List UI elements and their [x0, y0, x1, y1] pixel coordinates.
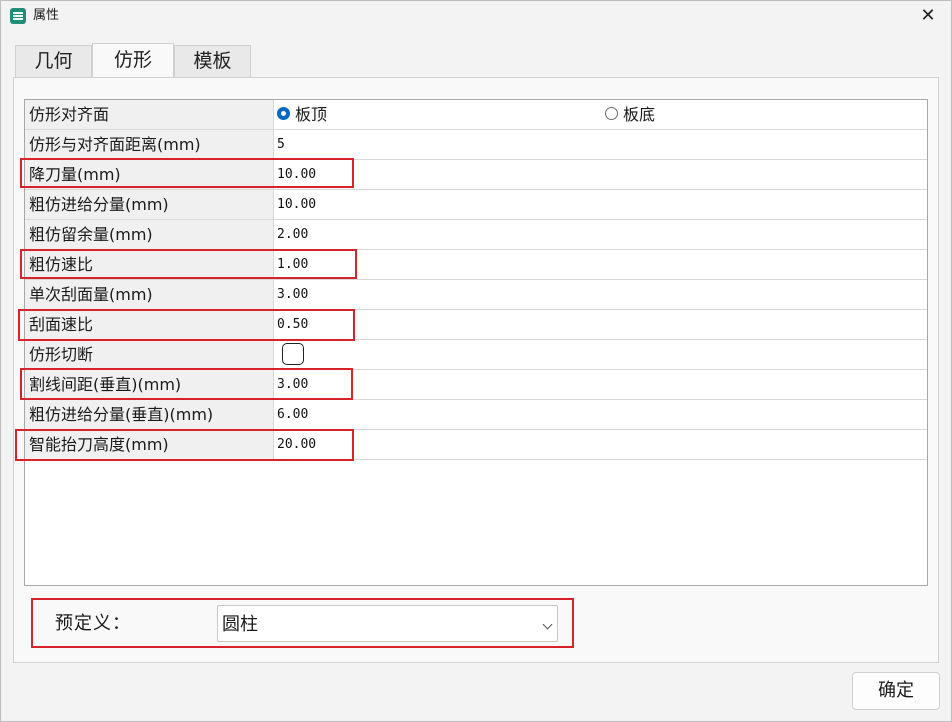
property-label: 粗仿进给分量(mm): [25, 190, 274, 219]
property-label: 仿形对齐面: [25, 100, 274, 129]
property-row-rough-feed: 粗仿进给分量(mm) 10.00: [25, 190, 927, 220]
property-label: 粗仿留余量(mm): [25, 220, 274, 249]
property-value-input[interactable]: 6.00: [277, 400, 308, 429]
property-value-input[interactable]: 2.00: [277, 220, 308, 249]
radio-board-bottom[interactable]: [605, 107, 618, 120]
property-label: 单次刮面量(mm): [25, 280, 274, 309]
property-grid: 仿形对齐面 板顶 板底 仿形与对齐面距离(mm) 5 降刀量(mm) 10.00…: [24, 99, 928, 586]
property-label: 智能抬刀高度(mm): [25, 430, 274, 459]
property-value-input[interactable]: 10.00: [277, 160, 316, 189]
properties-dialog: 属性 ✕ 几何 仿形 模板 仿形对齐面 板顶 板底 仿形与对齐面距离(mm) 5…: [0, 0, 952, 722]
property-label: 仿形切断: [25, 340, 274, 369]
chevron-down-icon: [542, 619, 553, 630]
property-value-input[interactable]: 3.00: [277, 280, 308, 309]
property-row-plunge-depth: 降刀量(mm) 10.00: [25, 160, 927, 190]
tab-geometry[interactable]: 几何: [15, 45, 92, 78]
property-row-align-distance: 仿形与对齐面距离(mm) 5: [25, 130, 927, 160]
property-value-input[interactable]: 10.00: [277, 190, 316, 219]
property-value-input[interactable]: 0.50: [277, 310, 308, 339]
tab-profiling[interactable]: 仿形: [92, 43, 174, 78]
window-title: 属性: [33, 8, 60, 23]
property-row-smart-lift-height: 智能抬刀高度(mm) 20.00: [25, 430, 927, 460]
radio-board-top[interactable]: [277, 107, 290, 120]
property-label: 割线间距(垂直)(mm): [25, 370, 274, 399]
property-value-input[interactable]: 20.00: [277, 430, 316, 459]
property-value-input[interactable]: 3.00: [277, 370, 308, 399]
radio-board-bottom-label[interactable]: 板底: [623, 100, 655, 129]
predefined-dropdown[interactable]: 圆柱: [217, 605, 558, 642]
tab-template[interactable]: 模板: [174, 45, 251, 78]
property-value-input[interactable]: 1.00: [277, 250, 308, 279]
property-row-cut-spacing: 割线间距(垂直)(mm) 3.00: [25, 370, 927, 400]
property-row-scrape-speed-ratio: 刮面速比 0.50: [25, 310, 927, 340]
property-row-rough-speed-ratio: 粗仿速比 1.00: [25, 250, 927, 280]
property-label: 粗仿速比: [25, 250, 274, 279]
property-row-align-face: 仿形对齐面 板顶 板底: [25, 100, 927, 130]
close-button[interactable]: ✕: [905, 1, 951, 31]
close-icon: ✕: [920, 5, 936, 26]
property-label: 刮面速比: [25, 310, 274, 339]
profile-cutoff-checkbox[interactable]: [282, 343, 304, 365]
property-label: 仿形与对齐面距离(mm): [25, 130, 274, 159]
property-label: 粗仿进给分量(垂直)(mm): [25, 400, 274, 429]
ok-button[interactable]: 确定: [852, 672, 940, 710]
predefined-label: 预定义：: [55, 613, 131, 634]
property-value-input[interactable]: 5: [277, 130, 285, 159]
property-row-rough-feed-vertical: 粗仿进给分量(垂直)(mm) 6.00: [25, 400, 927, 430]
property-label: 降刀量(mm): [25, 160, 274, 189]
property-row-profile-cutoff: 仿形切断: [25, 340, 927, 370]
properties-app-icon: [10, 8, 26, 24]
predefined-selected-value: 圆柱: [222, 614, 258, 635]
title-bar: 属性 ✕: [1, 1, 951, 31]
property-row-rough-allowance: 粗仿留余量(mm) 2.00: [25, 220, 927, 250]
radio-board-top-label[interactable]: 板顶: [295, 100, 327, 129]
property-row-scrape-amount: 单次刮面量(mm) 3.00: [25, 280, 927, 310]
